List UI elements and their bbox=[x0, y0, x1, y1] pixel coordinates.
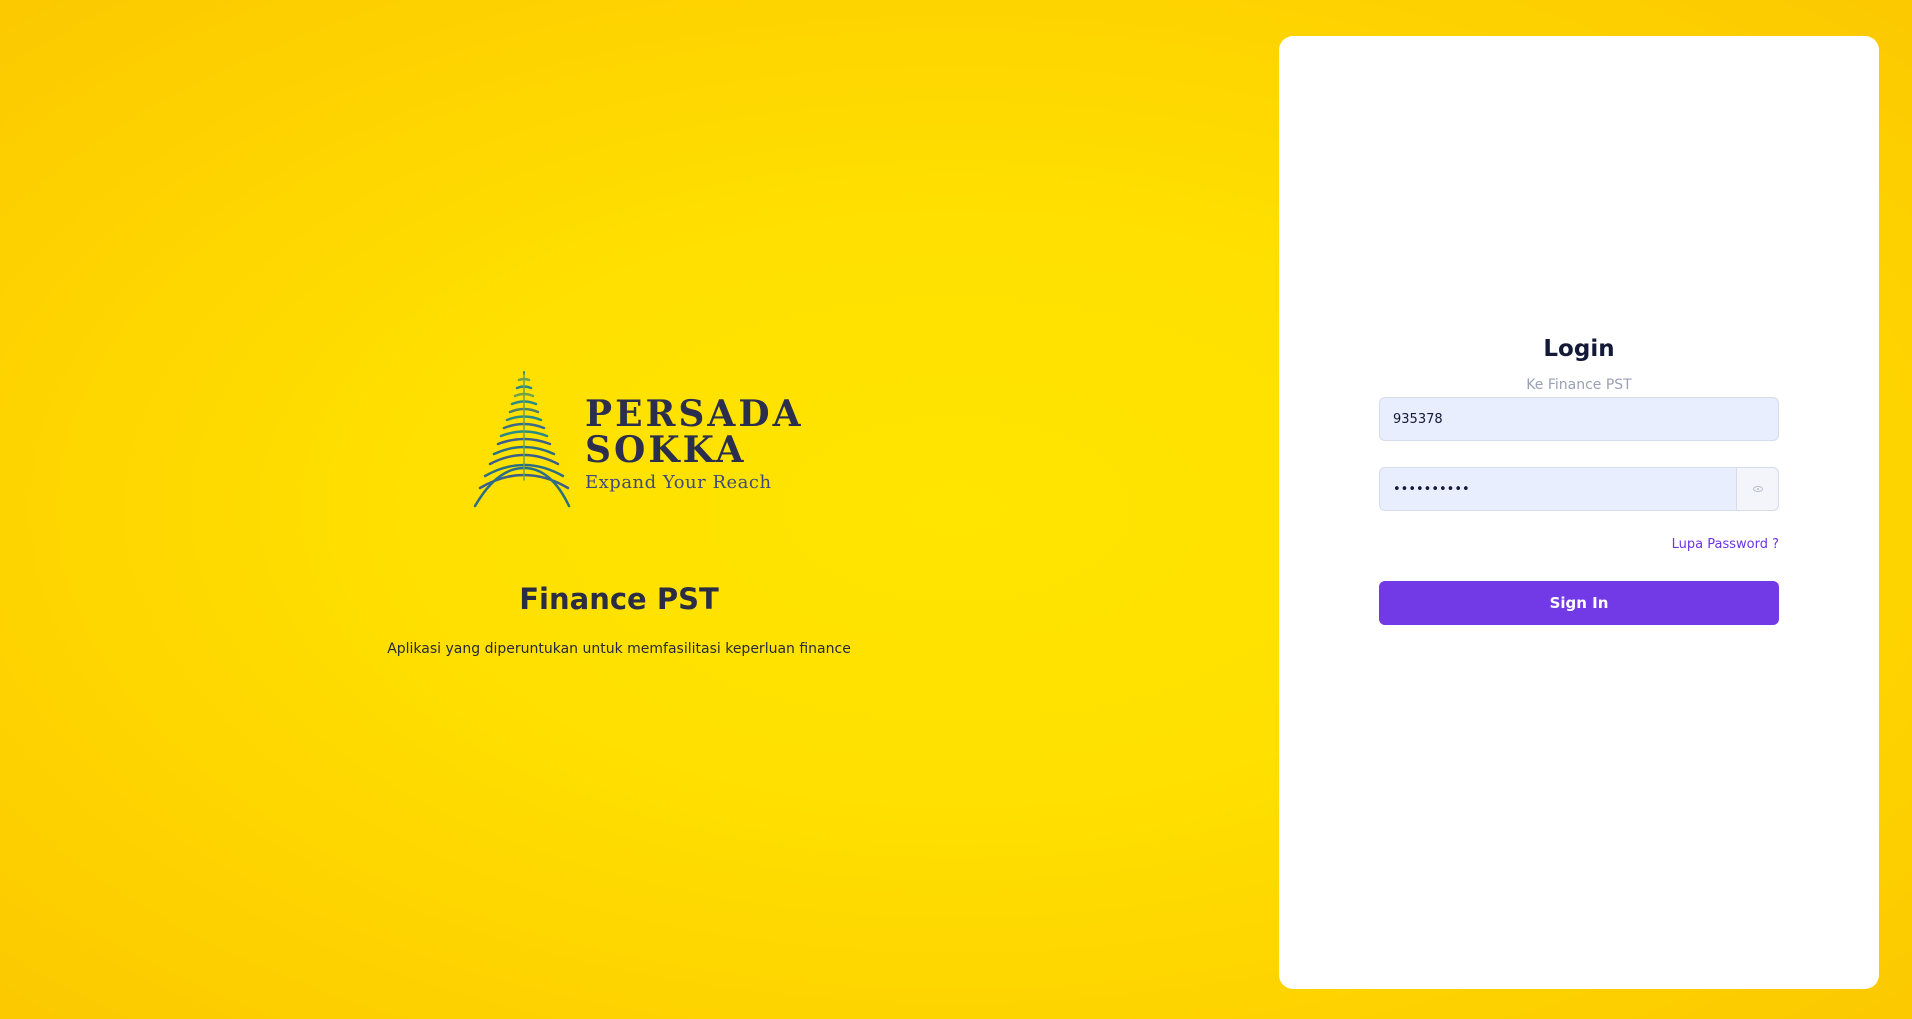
password-field[interactable]: •••••••••• bbox=[1379, 467, 1779, 511]
sign-in-button[interactable]: Sign In bbox=[1379, 581, 1779, 625]
brand-line1: PERSADA bbox=[585, 393, 804, 435]
password-toggle-button[interactable] bbox=[1736, 468, 1778, 510]
app-description: Aplikasi yang diperuntukan untuk memfasi… bbox=[387, 641, 851, 657]
login-card: Login Ke Finance PST 935378 •••••••••• L… bbox=[1279, 36, 1879, 989]
username-field[interactable]: 935378 bbox=[1379, 397, 1779, 441]
app-title: Finance PST bbox=[519, 582, 719, 616]
brand-tagline: Expand Your Reach bbox=[585, 472, 772, 493]
password-value: •••••••••• bbox=[1393, 481, 1470, 497]
brand-wordmark: PERSADA SOKKA Expand Your Reach bbox=[585, 396, 804, 493]
brand-panel: PERSADA SOKKA Expand Your Reach Finance … bbox=[0, 0, 1238, 1019]
username-value: 935378 bbox=[1393, 411, 1443, 427]
brand-line2: SOKKA bbox=[585, 429, 747, 471]
forgot-password-link[interactable]: Lupa Password ? bbox=[1672, 537, 1779, 552]
login-title: Login bbox=[1543, 336, 1615, 362]
eye-icon bbox=[1752, 486, 1763, 492]
login-subtitle: Ke Finance PST bbox=[1526, 377, 1632, 393]
